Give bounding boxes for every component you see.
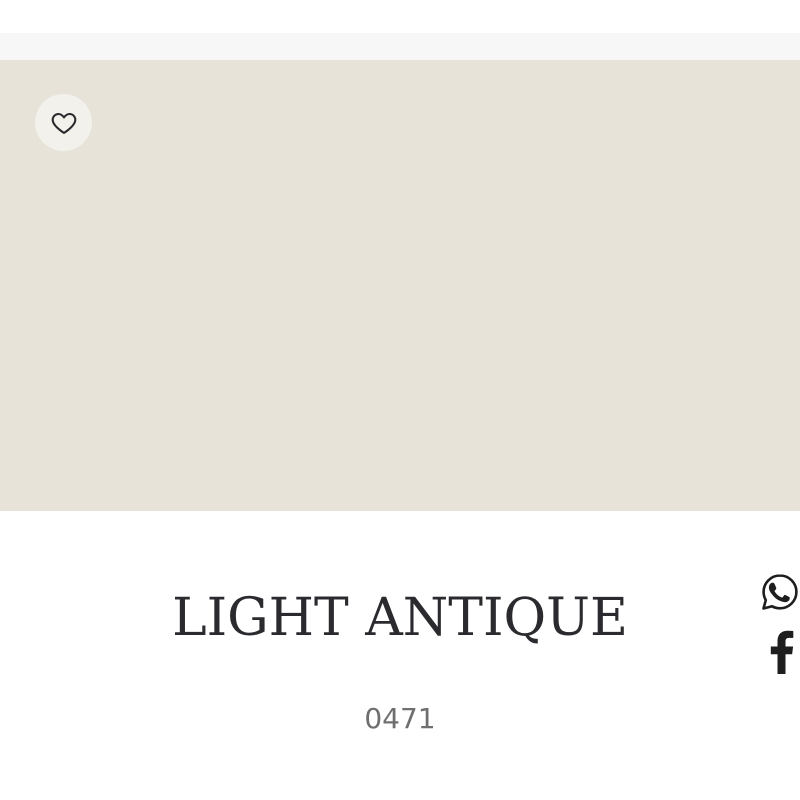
color-name: LIGHT ANTIQUE bbox=[172, 588, 628, 648]
favorite-button[interactable] bbox=[35, 94, 92, 151]
heart-icon bbox=[50, 109, 78, 137]
top-bar bbox=[0, 33, 800, 60]
product-page: LIGHT ANTIQUE 0471 bbox=[0, 0, 800, 800]
whatsapp-share-button[interactable] bbox=[760, 572, 800, 612]
whatsapp-icon bbox=[760, 572, 800, 612]
color-code: 0471 bbox=[364, 702, 436, 735]
facebook-share-button[interactable] bbox=[764, 630, 800, 674]
color-swatch bbox=[0, 60, 800, 511]
facebook-icon bbox=[764, 630, 800, 674]
